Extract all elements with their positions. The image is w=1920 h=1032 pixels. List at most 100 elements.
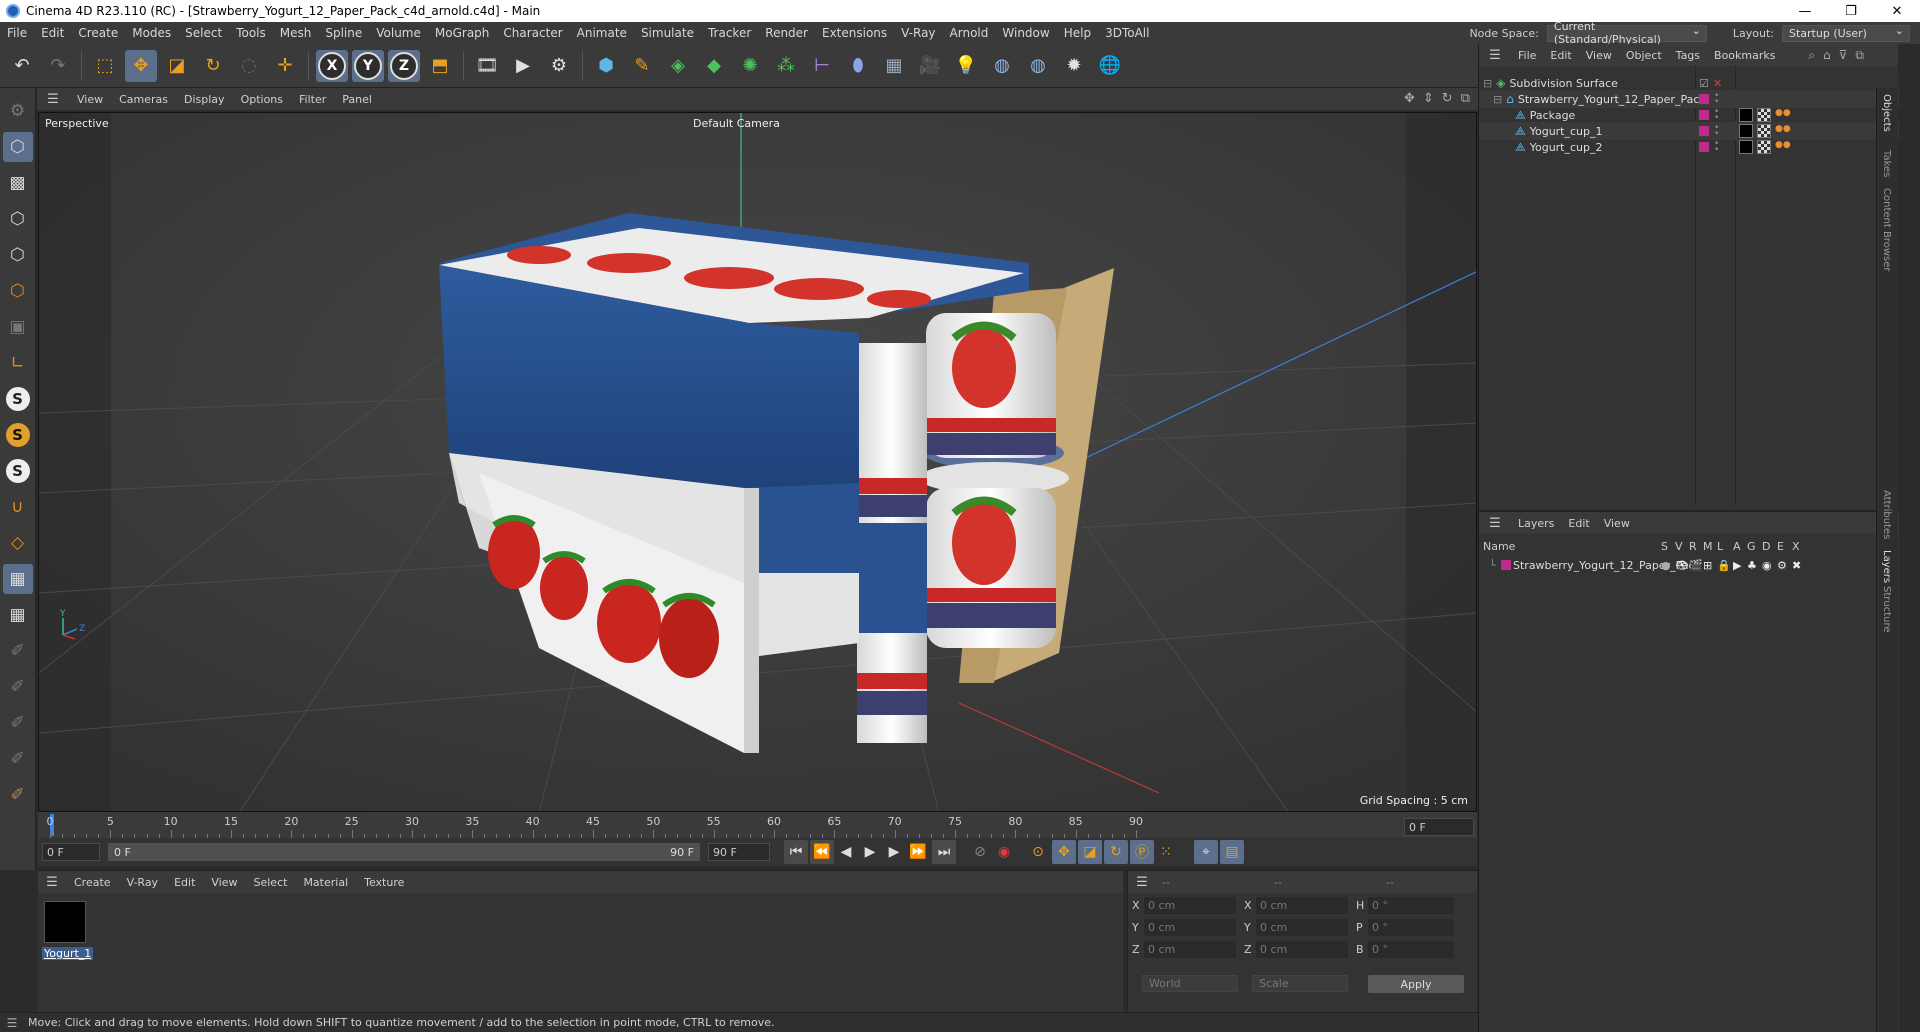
menu-select[interactable]: Select	[178, 26, 229, 40]
magnet-icon[interactable]: ∪	[3, 492, 33, 522]
disabled-x-icon[interactable]: ✕	[1713, 77, 1722, 90]
material-menu-material[interactable]: Material	[295, 876, 356, 889]
menu-volume[interactable]: Volume	[369, 26, 428, 40]
visibility-dots[interactable]: • •	[1714, 140, 1720, 155]
transform-mode-dropdown[interactable]: Scale	[1252, 975, 1348, 992]
size-z-field[interactable]: 0 cm	[1256, 941, 1348, 958]
coordinate-system-dropdown[interactable]: World	[1142, 975, 1238, 992]
layer-menu-icon[interactable]: ☰	[1485, 516, 1505, 531]
coordinates-menu-icon[interactable]: ☰	[1132, 875, 1152, 890]
render-settings-icon[interactable]: ⚙	[543, 50, 575, 82]
coordinate-system-icon[interactable]: ⬒	[424, 50, 456, 82]
status-menu-icon[interactable]: ☰	[0, 1016, 24, 1030]
solo-icon[interactable]: ▦	[3, 600, 33, 630]
layer-lock-icon[interactable]: 🔒	[1717, 559, 1731, 572]
dolly-icon[interactable]: ⇕	[1423, 91, 1434, 106]
menu-simulate[interactable]: Simulate	[634, 26, 701, 40]
phong-tag-icon[interactable]: ●●	[1775, 124, 1791, 134]
menu-spline[interactable]: Spline	[318, 26, 369, 40]
viewport-menu-view[interactable]: View	[69, 93, 111, 106]
visibility-dots[interactable]: • •	[1714, 108, 1720, 123]
layers-menu-edit[interactable]: Edit	[1561, 517, 1596, 530]
go-to-start-icon[interactable]: ⏮	[784, 840, 808, 864]
viewport-menu-cameras[interactable]: Cameras	[111, 93, 176, 106]
menu-create[interactable]: Create	[71, 26, 125, 40]
model-mode-icon[interactable]: ⬡	[2, 132, 33, 162]
rot-h-field[interactable]: 0 °	[1368, 897, 1454, 914]
layer-expressions-icon[interactable]: ⚙	[1777, 559, 1787, 572]
timeline-ruler[interactable]: 0 5 10 15 20 25 30 35 40 45 50 55 60 65 70 75 80 85 90	[38, 812, 1477, 838]
start-frame-field[interactable]: 0 F	[42, 843, 100, 861]
menu-modes[interactable]: Modes	[125, 26, 178, 40]
axis-x-lock-button[interactable]: X	[316, 49, 348, 82]
pen-spline-icon[interactable]: ✎	[626, 50, 658, 82]
material-menu-texture[interactable]: Texture	[356, 876, 412, 889]
play-icon[interactable]: ▶	[858, 840, 882, 864]
object-row-cup2[interactable]: ⟁ Yogurt_cup_2 • • ●●	[1479, 138, 1899, 156]
maximize-view-icon[interactable]: ⧉	[1461, 91, 1470, 106]
viewport-menu-display[interactable]: Display	[176, 93, 233, 106]
material-menu-select[interactable]: Select	[246, 876, 296, 889]
autokey-icon[interactable]: ◉	[992, 840, 1016, 864]
polygons-mode-icon[interactable]: ⬡	[3, 276, 33, 306]
objects-menu-file[interactable]: File	[1511, 49, 1543, 62]
next-key-icon[interactable]: ⏩	[906, 840, 930, 864]
layers-menu-view[interactable]: View	[1597, 517, 1637, 530]
3d-viewport[interactable]: Y Z Perspective Default Camera Grid Spac…	[38, 112, 1477, 812]
menu-file[interactable]: File	[0, 26, 34, 40]
snap-icon[interactable]: S	[3, 384, 33, 414]
mograph-cloner-icon[interactable]: ⁂	[770, 50, 802, 82]
key-rotation-icon[interactable]: ↻	[1104, 840, 1128, 864]
render-view-icon[interactable]: ▶	[507, 50, 539, 82]
undo-icon[interactable]: ↶	[6, 50, 38, 82]
previous-frame-icon[interactable]: ◀	[834, 840, 858, 864]
keyframe-selection-icon[interactable]: ⊙	[1026, 840, 1050, 864]
layer-animation-icon[interactable]: ▶	[1733, 559, 1741, 572]
menu-tools[interactable]: Tools	[229, 26, 273, 40]
uv-mode-icon[interactable]: ▣	[3, 312, 33, 342]
side-tab-content-browser[interactable]: Content Browser	[1881, 188, 1892, 271]
layer-color-swatch[interactable]	[1699, 94, 1709, 104]
record-active-icon[interactable]: ⊘	[968, 840, 992, 864]
minimize-button[interactable]: —	[1782, 0, 1828, 22]
side-tab-structure[interactable]: Structure	[1881, 586, 1892, 633]
pos-y-field[interactable]: 0 cm	[1144, 919, 1236, 936]
menu-tracker[interactable]: Tracker	[701, 26, 758, 40]
material-thumbnail[interactable]	[44, 901, 86, 943]
collapse-icon[interactable]: ⊟	[1493, 93, 1502, 106]
uvw-tag-icon[interactable]	[1757, 124, 1771, 138]
layer-manager-icon[interactable]: ⊞	[1703, 559, 1712, 572]
side-tab-takes[interactable]: Takes	[1881, 150, 1892, 177]
menu-character[interactable]: Character	[496, 26, 569, 40]
menu-arnold[interactable]: Arnold	[943, 26, 996, 40]
pos-x-field[interactable]: 0 cm	[1144, 897, 1236, 914]
live-selection-icon[interactable]: ⬚	[89, 50, 121, 82]
quantize-icon[interactable]: S	[3, 456, 33, 486]
size-y-field[interactable]: 0 cm	[1256, 919, 1348, 936]
current-frame-field[interactable]: 0 F	[1404, 818, 1474, 836]
key-pla-icon[interactable]: ⁙	[1154, 840, 1178, 864]
material-tag-icon[interactable]	[1739, 124, 1753, 138]
scale-icon[interactable]: ◪	[161, 50, 193, 82]
menu-render[interactable]: Render	[758, 26, 815, 40]
viewport-menu-icon[interactable]: ☰	[43, 92, 63, 107]
phong-tag-icon[interactable]: ●●	[1775, 108, 1791, 118]
timeline-window-icon[interactable]: ⌖	[1194, 840, 1218, 864]
layer-color-swatch[interactable]	[1699, 110, 1709, 120]
recent-tool-icon[interactable]: ◌	[233, 50, 265, 82]
objects-menu-tags[interactable]: Tags	[1669, 49, 1707, 62]
layer-xref-icon[interactable]: ✖	[1792, 559, 1801, 572]
object-manager-menu-icon[interactable]: ☰	[1485, 48, 1505, 63]
objects-menu-bookmarks[interactable]: Bookmarks	[1707, 49, 1782, 62]
home-icon[interactable]: ⌂	[1823, 48, 1831, 63]
preview-range-slider[interactable]: 0 F 90 F	[108, 843, 700, 861]
floor-icon[interactable]: ▦	[878, 50, 910, 82]
uvw-tag-icon[interactable]	[1757, 140, 1771, 154]
pan-icon[interactable]: ✥	[1404, 91, 1415, 106]
texture-mode-icon[interactable]: ▩	[3, 168, 33, 198]
material-tag-icon[interactable]	[1739, 108, 1753, 122]
material-menu-view[interactable]: View	[203, 876, 245, 889]
objects-menu-object[interactable]: Object	[1619, 49, 1669, 62]
viewport-menu-filter[interactable]: Filter	[291, 93, 334, 106]
rot-p-field[interactable]: 0 °	[1368, 919, 1454, 936]
